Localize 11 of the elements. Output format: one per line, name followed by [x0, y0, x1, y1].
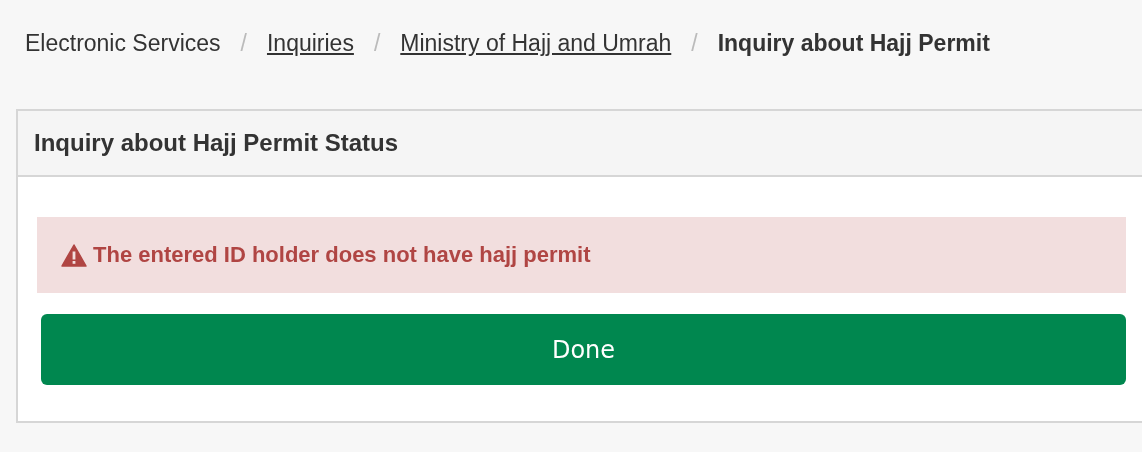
breadcrumb-link[interactable]: Inquiries [266, 29, 354, 57]
breadcrumb-separator: / [373, 29, 381, 57]
panel-title: Inquiry about Hajj Permit Status [34, 129, 399, 157]
warning-icon [61, 243, 87, 267]
breadcrumb-separator: / [240, 29, 247, 57]
breadcrumb-text: Electronic Services [25, 29, 221, 57]
done-button[interactable]: Done [41, 314, 1126, 385]
alert-message: The entered ID holder does not have hajj permit [93, 242, 591, 268]
breadcrumb-separator: / [691, 29, 698, 57]
breadcrumb-current: Inquiry about Hajj Permit [717, 29, 990, 57]
breadcrumb-link[interactable]: Ministry of Hajj and Umrah [400, 29, 672, 57]
